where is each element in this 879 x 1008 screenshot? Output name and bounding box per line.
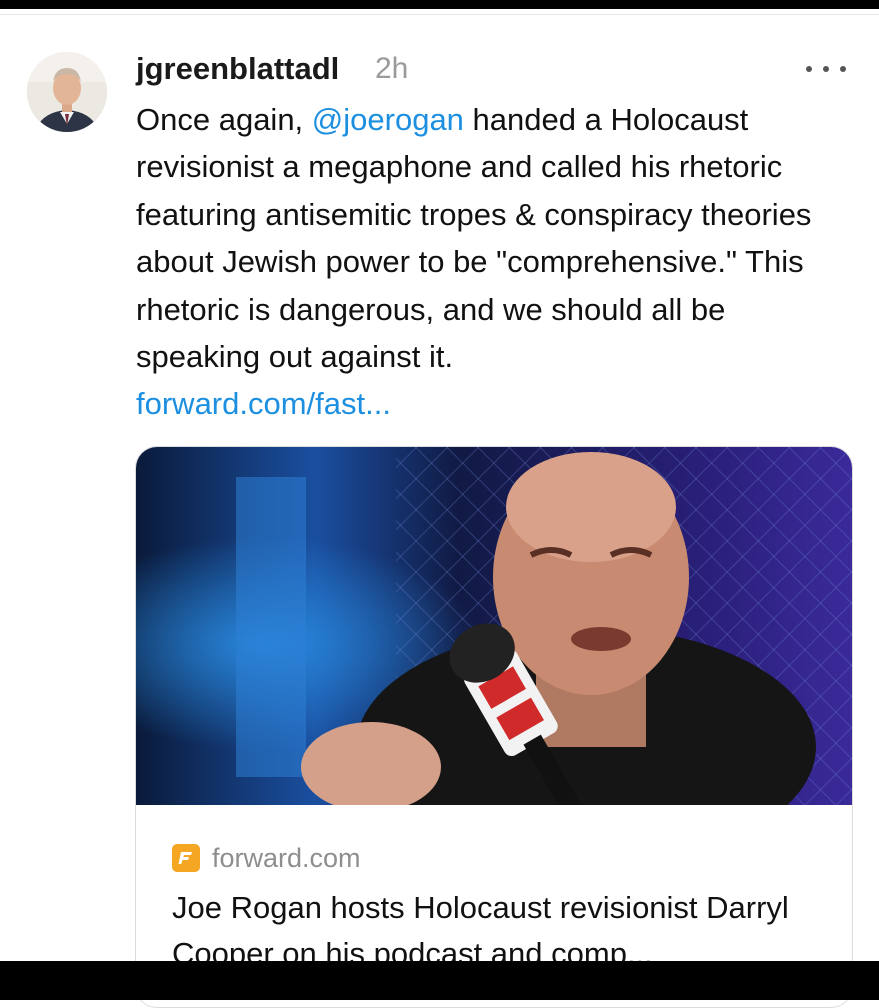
post-text: Once again, @joerogan handed a Holocaust… bbox=[136, 96, 856, 428]
link-preview-card[interactable]: forward.com Joe Rogan hosts Holocaust re… bbox=[135, 446, 853, 1008]
timestamp: 2h bbox=[375, 52, 409, 85]
forward-logo-icon bbox=[172, 844, 200, 872]
mention-link[interactable]: @joerogan bbox=[312, 102, 464, 137]
status-bar-edge bbox=[0, 0, 879, 9]
link-preview-image bbox=[136, 447, 852, 805]
bottom-screen-edge bbox=[0, 961, 879, 1000]
divider bbox=[0, 14, 879, 15]
avatar[interactable] bbox=[27, 52, 107, 132]
more-options-button[interactable] bbox=[806, 58, 846, 80]
post-text-lead: Once again, bbox=[136, 102, 312, 137]
post-url-link[interactable]: forward.com/fast... bbox=[136, 386, 391, 421]
ellipsis-icon bbox=[806, 66, 812, 72]
forward-logo-glyph bbox=[178, 852, 192, 864]
post-text-main: handed a Holocaust revisionist a megapho… bbox=[136, 102, 812, 375]
link-source: forward.com bbox=[172, 843, 361, 873]
username[interactable]: jgreenblattadl bbox=[136, 50, 339, 88]
source-domain: forward.com bbox=[212, 842, 361, 873]
